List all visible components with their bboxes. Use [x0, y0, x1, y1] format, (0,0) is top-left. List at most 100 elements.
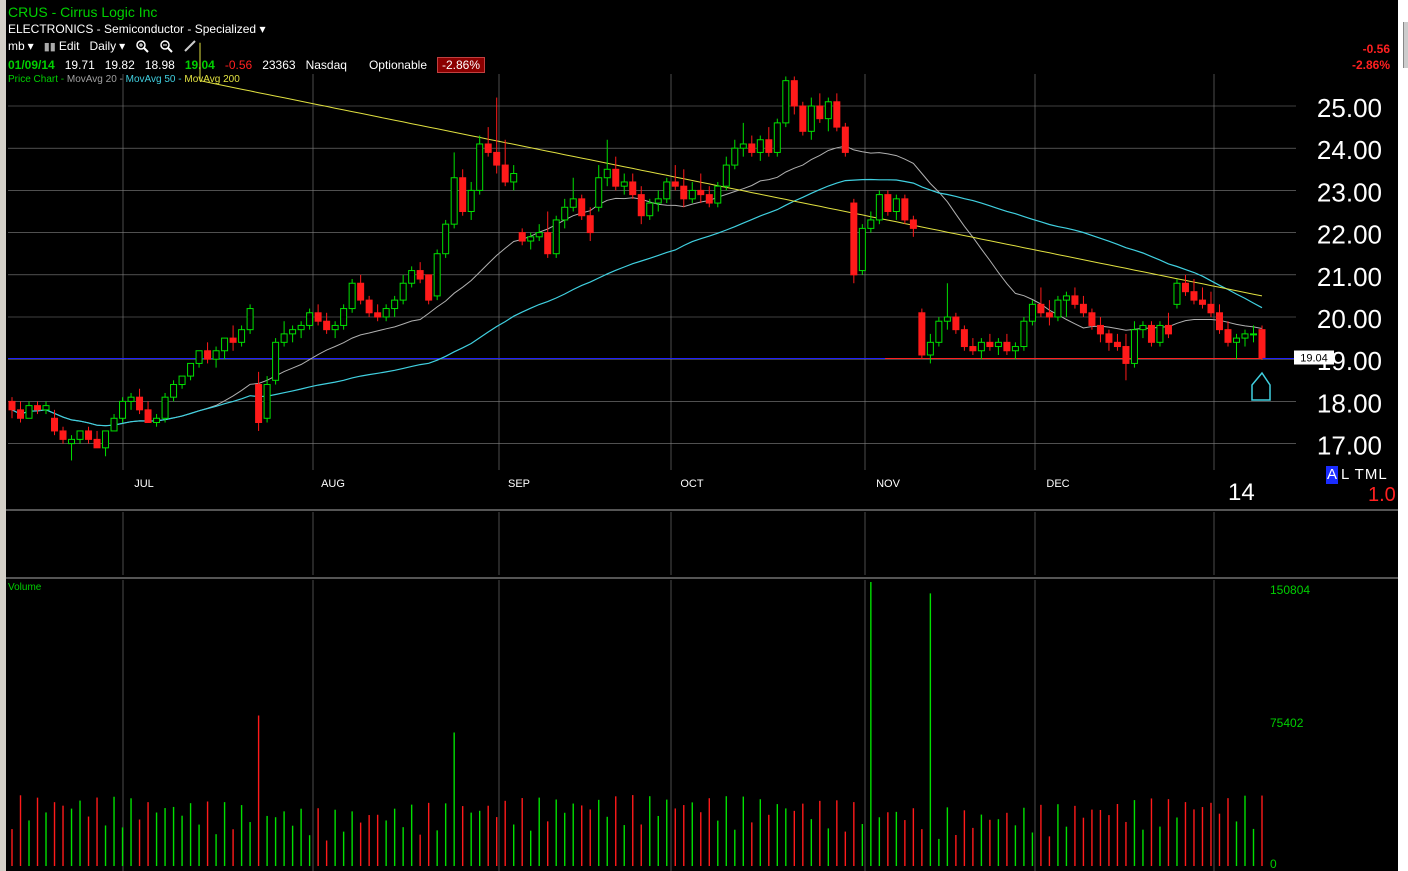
candle-body: [1096, 324, 1104, 335]
candle-body: [892, 198, 900, 212]
candle-body: [1122, 346, 1130, 364]
candle-body: [1198, 299, 1206, 305]
candle-body: [994, 341, 1002, 348]
candle-body: [416, 270, 424, 280]
candle-body: [646, 202, 654, 217]
candle-body: [884, 194, 892, 212]
candle-body: [136, 396, 144, 411]
candle-body: [1173, 282, 1181, 305]
candle-body: [552, 219, 560, 255]
candle-body: [510, 173, 518, 183]
candle-body: [867, 219, 875, 229]
candle-body: [1020, 320, 1028, 348]
candle-body: [1028, 303, 1036, 322]
candle-body: [1190, 291, 1198, 301]
candle-body: [289, 329, 297, 335]
price-tick-label: 25.00: [1317, 93, 1382, 123]
candle-body: [25, 405, 33, 419]
candle-body: [467, 189, 475, 212]
candle-body: [586, 215, 594, 234]
candle-body: [535, 232, 543, 238]
candlesticks: [8, 76, 1266, 461]
candle-body: [671, 181, 679, 187]
month-label: DEC: [1046, 478, 1069, 490]
candle-body: [212, 350, 220, 360]
candle-body: [705, 194, 713, 204]
candle-body: [1215, 312, 1223, 331]
candle-body: [331, 324, 339, 331]
candle-body: [654, 198, 662, 204]
candle-body: [76, 430, 84, 440]
candle-body: [357, 282, 365, 301]
price-volume-chart[interactable]: 25.0024.0023.0022.0021.0020.0019.0018.00…: [0, 0, 1408, 871]
candle-body: [1105, 333, 1113, 343]
candle-body: [161, 396, 169, 419]
candle-body: [382, 308, 390, 318]
candle-body: [1232, 337, 1240, 343]
candle-body: [739, 143, 747, 149]
candle-body: [34, 405, 42, 411]
candle-body: [960, 329, 968, 348]
ma20-line: [11, 145, 1263, 427]
ma200-line: [199, 42, 1263, 297]
volume-bars: [11, 582, 1263, 866]
candle-body: [782, 80, 790, 124]
candle-body: [1139, 324, 1147, 331]
candle-body: [1207, 303, 1215, 314]
tml-label[interactable]: L TML: [1341, 466, 1388, 484]
price-tick-label: 21.00: [1317, 262, 1382, 292]
candle-body: [807, 105, 815, 132]
candle-body: [620, 181, 628, 187]
candle-body: [875, 194, 883, 221]
candle-body: [663, 181, 671, 200]
volume-min-label: 0: [1270, 857, 1277, 871]
candle-body: [399, 282, 407, 301]
candle-body: [1079, 303, 1087, 314]
candle-body: [255, 384, 263, 423]
candle-body: [1054, 299, 1062, 318]
chart-window: CRUS - Cirrus Logic Inc ELECTRONICS - Se…: [0, 0, 1408, 871]
candle-body: [603, 168, 611, 179]
candle-body: [578, 198, 586, 217]
candle-body: [561, 206, 569, 221]
candle-body: [51, 417, 59, 432]
candle-body: [969, 346, 977, 352]
candle-body: [1181, 282, 1189, 293]
candle-body: [1130, 329, 1138, 364]
candle-body: [127, 396, 135, 402]
candle-body: [731, 147, 739, 166]
candle-body: [280, 333, 288, 343]
candle-body: [918, 312, 926, 356]
candle-body: [450, 177, 458, 225]
alert-badge[interactable]: A: [1326, 466, 1339, 484]
candle-body: [229, 337, 237, 343]
candle-body: [1249, 333, 1257, 336]
candle-body: [425, 274, 433, 301]
month-label: OCT: [680, 478, 704, 490]
candle-body: [1062, 295, 1070, 301]
candle-body: [977, 341, 985, 352]
candle-body: [8, 400, 16, 411]
price-tick-label: 24.00: [1317, 135, 1382, 165]
candle-body: [612, 168, 620, 187]
candle-body: [909, 219, 917, 229]
candle-body: [306, 312, 314, 326]
candle-body: [365, 299, 373, 314]
candle-body: [119, 400, 127, 419]
candle-body: [178, 375, 186, 386]
alert-marker-icon: [1251, 371, 1271, 401]
candle-body: [195, 350, 203, 364]
candle-body: [569, 198, 577, 208]
candle-body: [722, 164, 730, 187]
candle-body: [688, 189, 696, 200]
price-tick-label: 18.00: [1317, 388, 1382, 418]
candle-body: [314, 312, 322, 322]
candle-body: [850, 202, 858, 276]
candle-body: [433, 253, 441, 297]
candle-body: [42, 405, 50, 411]
version-label: 1.0: [1368, 484, 1396, 506]
candle-body: [952, 316, 960, 331]
candle-body: [799, 105, 807, 132]
candle-body: [493, 151, 501, 166]
candle-body: [153, 417, 161, 423]
